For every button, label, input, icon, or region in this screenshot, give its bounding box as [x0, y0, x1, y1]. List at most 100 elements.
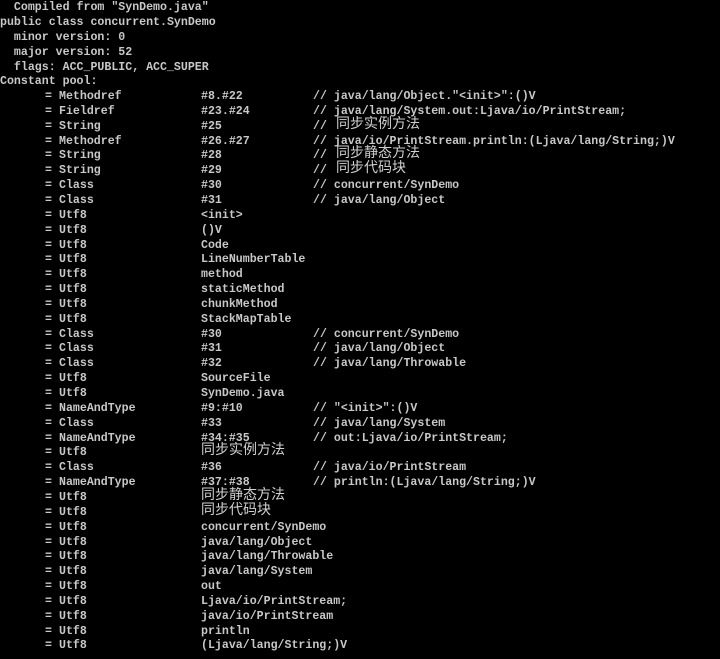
- entry-reference: java/io/PrintStream: [201, 609, 334, 623]
- entry-type: Utf8: [59, 490, 87, 504]
- entry-type: Class: [59, 357, 94, 371]
- minor-version-line: minor version: 0: [0, 31, 126, 44]
- entry-reference: #25: [201, 119, 222, 133]
- entry-comment: // java/io/PrintStream: [313, 461, 467, 475]
- entry-type: Class: [59, 416, 94, 430]
- entry-comment: // java/lang/Throwable: [313, 357, 467, 371]
- constant-pool-label: Constant pool:: [0, 75, 98, 88]
- entry-reference: (Ljava/lang/String;)V: [201, 639, 348, 653]
- entry-reference: #23.#24: [201, 104, 250, 118]
- entry-reference: method: [201, 268, 243, 282]
- entry-comment: // java/lang/Object: [313, 342, 446, 356]
- entry-reference: #36: [201, 461, 222, 475]
- flags-line: flags: ACC_PUBLIC, ACC_SUPER: [0, 61, 209, 74]
- equals-sign: =: [45, 609, 52, 623]
- entry-reference: #32: [201, 357, 222, 371]
- entry-reference: #31: [201, 193, 222, 207]
- equals-sign: =: [45, 119, 52, 133]
- entry-reference: #26.#27: [201, 134, 250, 148]
- equals-sign: =: [45, 253, 52, 267]
- equals-sign: =: [45, 550, 52, 564]
- entry-reference: chunkMethod: [201, 297, 278, 311]
- entry-reference: #31: [201, 342, 222, 356]
- entry-type: NameAndType: [59, 476, 136, 490]
- equals-sign: =: [45, 520, 52, 534]
- entry-type: Utf8: [59, 208, 87, 222]
- entry-reference: 同步静态方法: [201, 486, 285, 503]
- entry-reference: #30: [201, 327, 222, 341]
- entry-comment: //: [313, 149, 334, 163]
- equals-sign: =: [45, 208, 52, 222]
- entry-reference: java/lang/Object: [201, 535, 313, 549]
- entry-type: Utf8: [59, 550, 87, 564]
- equals-sign: =: [45, 416, 52, 430]
- entry-type: Utf8: [59, 238, 87, 252]
- equals-sign: =: [45, 90, 52, 103]
- entry-reference: #9:#10: [201, 401, 243, 415]
- compiled-from-line: Compiled from "SynDemo.java": [0, 1, 209, 14]
- entry-reference: #28: [201, 149, 222, 163]
- equals-sign: =: [45, 149, 52, 163]
- entry-type: String: [59, 119, 101, 133]
- entry-reference: Ljava/io/PrintStream;: [201, 594, 348, 608]
- entry-reference: println: [201, 624, 250, 638]
- entry-type: Class: [59, 327, 94, 341]
- entry-type: Class: [59, 179, 94, 193]
- entry-type: Utf8: [59, 297, 87, 311]
- equals-sign: =: [45, 490, 52, 504]
- entry-reference: LineNumberTable: [201, 253, 306, 267]
- entry-comment-cjk: 同步实例方法: [336, 115, 420, 132]
- equals-sign: =: [45, 387, 52, 400]
- entry-comment: // println:(Ljava/lang/String;)V: [313, 476, 536, 490]
- entry-type: Utf8: [59, 565, 87, 579]
- entry-type: Utf8: [59, 253, 87, 267]
- entry-reference: 同步代码块: [201, 501, 271, 518]
- entry-comment: // out:Ljava/io/PrintStream;: [313, 431, 508, 445]
- equals-sign: =: [45, 594, 52, 608]
- equals-sign: =: [45, 505, 52, 519]
- entry-reference: #30: [201, 179, 222, 193]
- entry-type: Utf8: [59, 580, 87, 594]
- equals-sign: =: [45, 535, 52, 549]
- equals-sign: =: [45, 193, 52, 207]
- entry-type: Utf8: [59, 505, 87, 519]
- entry-reference: 同步实例方法: [201, 442, 285, 459]
- entry-type: Utf8: [59, 520, 87, 534]
- equals-sign: =: [45, 461, 52, 475]
- equals-sign: =: [45, 372, 52, 386]
- entry-type: String: [59, 149, 101, 163]
- entry-type: Class: [59, 342, 94, 356]
- entry-comment: // java/lang/Object: [313, 193, 446, 207]
- equals-sign: =: [45, 342, 52, 356]
- equals-sign: =: [45, 238, 52, 252]
- entry-comment: // concurrent/SynDemo: [313, 179, 460, 193]
- major-version-line: major version: 52: [0, 46, 133, 59]
- entry-comment: // "<init>":()V: [313, 401, 418, 415]
- entry-type: Utf8: [59, 223, 87, 237]
- equals-sign: =: [45, 297, 52, 311]
- entry-comment: // concurrent/SynDemo: [313, 327, 460, 341]
- entry-reference: StackMapTable: [201, 312, 292, 326]
- entry-comment: // java/lang/Object."<init>":()V: [313, 90, 536, 103]
- equals-sign: =: [45, 179, 52, 193]
- entry-type: Utf8: [59, 446, 87, 460]
- equals-sign: =: [45, 476, 52, 490]
- entry-reference: #33: [201, 416, 222, 430]
- entry-type: String: [59, 164, 101, 178]
- equals-sign: =: [45, 580, 52, 594]
- entry-type: NameAndType: [59, 401, 136, 415]
- entry-comment: // java/lang/System: [313, 416, 446, 430]
- entry-type: Utf8: [59, 535, 87, 549]
- equals-sign: =: [45, 327, 52, 341]
- entry-reference: <init>: [201, 208, 243, 222]
- equals-sign: =: [45, 431, 52, 445]
- equals-sign: =: [45, 164, 52, 178]
- class-declaration-line: public class concurrent.SynDemo: [0, 16, 216, 29]
- entry-type: Utf8: [59, 624, 87, 638]
- entry-comment: //: [313, 119, 334, 133]
- equals-sign: =: [45, 357, 52, 371]
- entry-type: Utf8: [59, 609, 87, 623]
- entry-reference: #29: [201, 164, 222, 178]
- entry-type: Utf8: [59, 312, 87, 326]
- equals-sign: =: [45, 268, 52, 282]
